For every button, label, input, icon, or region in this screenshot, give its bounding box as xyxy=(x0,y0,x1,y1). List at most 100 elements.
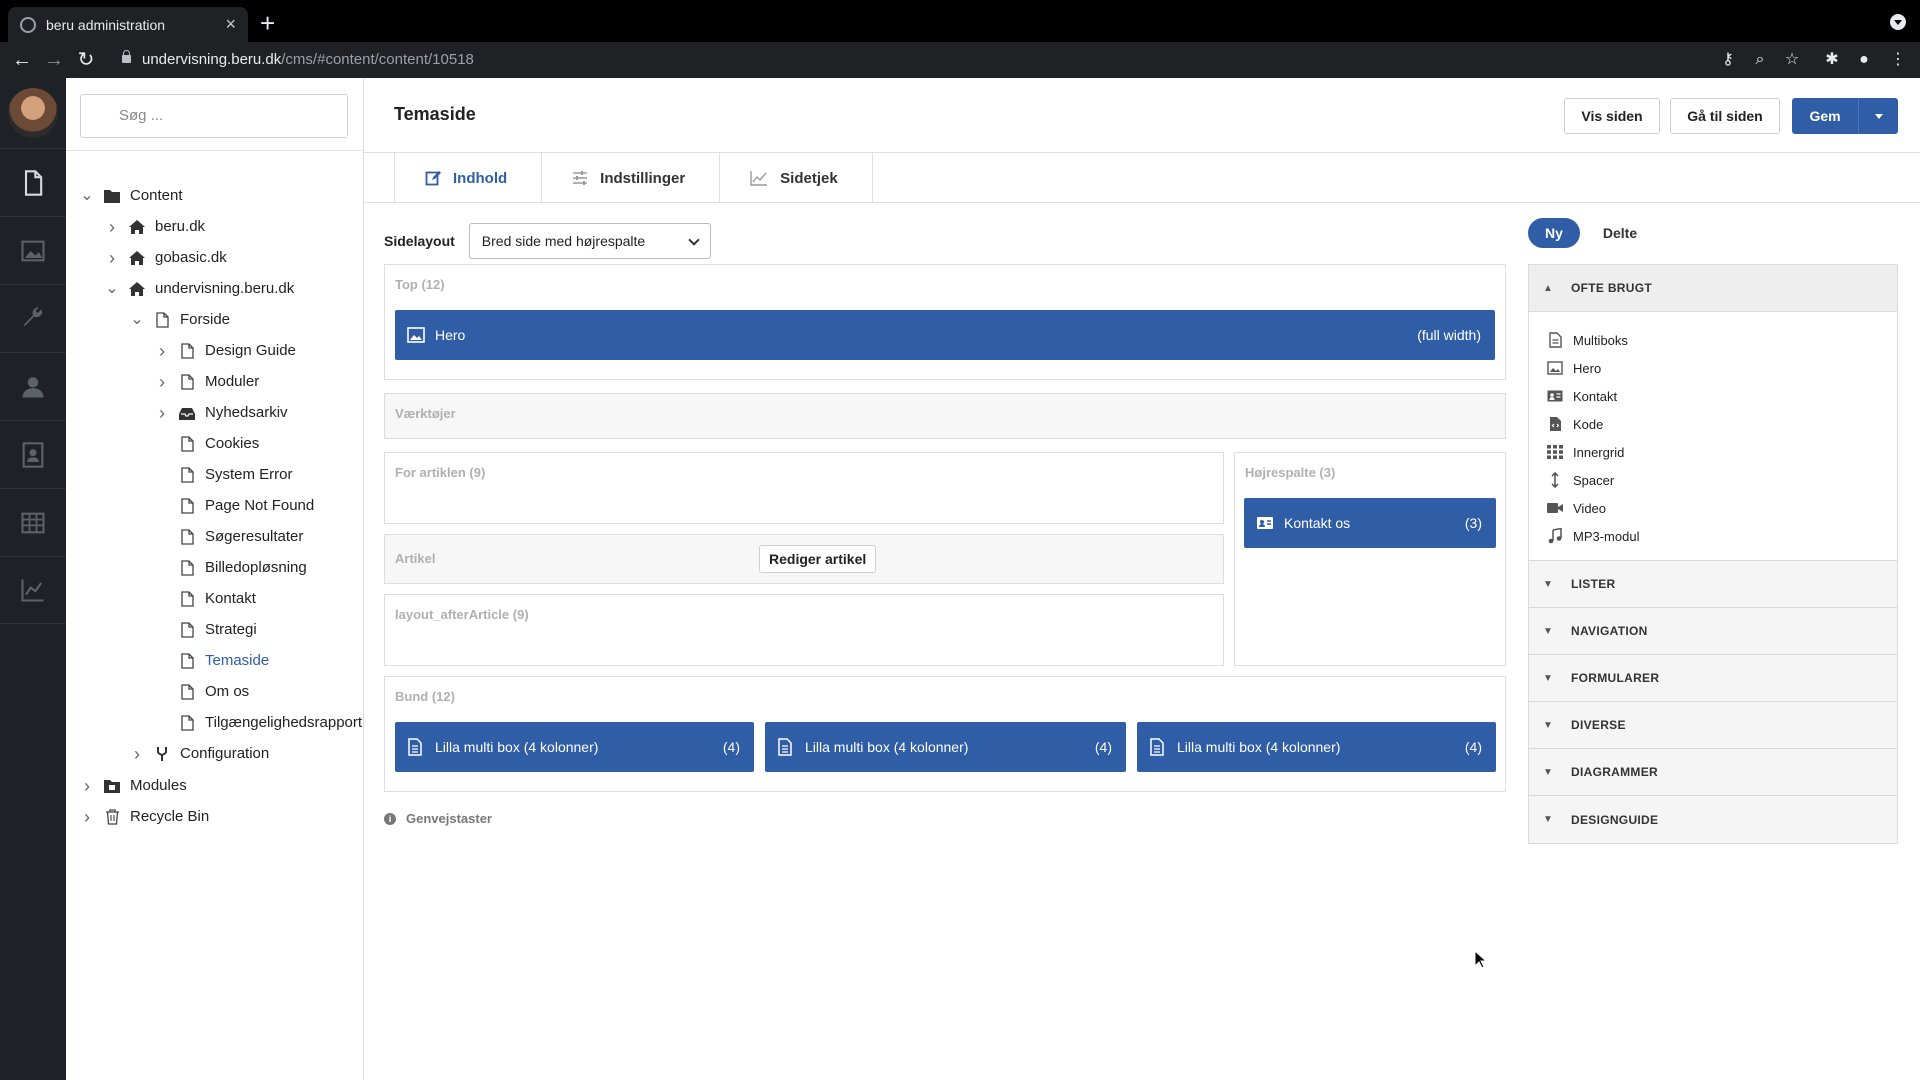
rail-media[interactable] xyxy=(0,216,66,284)
chevron-down-icon[interactable]: ⌄ xyxy=(130,312,144,328)
tab-indhold[interactable]: Indhold xyxy=(394,153,543,203)
module-mp3[interactable]: MP3-modul xyxy=(1529,522,1897,550)
forward-icon[interactable]: → xyxy=(42,48,66,72)
tree-item-forside[interactable]: ⌄ Forside xyxy=(130,308,230,332)
section-ofte-brugt[interactable]: ▲ OFTE BRUGT xyxy=(1529,265,1897,312)
contact-block[interactable]: Kontakt os (3) xyxy=(1244,498,1496,548)
key-icon[interactable]: ⚷ xyxy=(1718,50,1738,70)
profile-icon[interactable]: ● xyxy=(1854,50,1874,70)
tab-indstillinger[interactable]: Indstillinger xyxy=(542,153,721,203)
goto-page-button[interactable]: Gå til siden xyxy=(1670,98,1780,134)
module-hero[interactable]: Hero xyxy=(1529,354,1897,382)
browser-tab[interactable]: beru administration × xyxy=(8,7,248,42)
search-input[interactable]: Søg ... xyxy=(80,94,348,138)
multibox-block[interactable]: Lilla multi box (4 kolonner) (4) xyxy=(395,722,754,772)
module-spacer[interactable]: Spacer xyxy=(1529,466,1897,494)
image-icon xyxy=(407,326,425,344)
page-icon xyxy=(179,591,195,607)
address-bar[interactable]: undervisning.beru.dk/cms/#content/conten… xyxy=(118,46,1918,74)
tree-item-modules[interactable]: › Modules xyxy=(80,774,187,798)
tree-item-om-os[interactable]: Om os xyxy=(155,680,249,704)
tree-item-content[interactable]: ⌄ Content xyxy=(80,184,182,208)
section-formularer[interactable]: ▼ FORMULARER xyxy=(1529,655,1897,702)
chevron-right-icon[interactable]: › xyxy=(130,742,144,766)
rail-content[interactable] xyxy=(0,148,66,216)
sliders-icon xyxy=(573,171,588,185)
rail-analytics[interactable] xyxy=(0,556,66,624)
tree-item-gobasic-dk[interactable]: › gobasic.dk xyxy=(105,246,227,270)
close-tab-icon[interactable]: × xyxy=(225,14,236,35)
section-lister[interactable]: ▼ LISTER xyxy=(1529,561,1897,608)
multibox-block[interactable]: Lilla multi box (4 kolonner) (4) xyxy=(765,722,1126,772)
rail-tables[interactable] xyxy=(0,488,66,556)
edit-icon xyxy=(425,171,441,186)
toggle-shared[interactable]: Delte xyxy=(1588,218,1652,248)
tree-item-cookies[interactable]: Cookies xyxy=(155,432,259,456)
chevron-right-icon[interactable]: › xyxy=(155,370,169,394)
new-tab-button[interactable]: + xyxy=(260,8,275,38)
chevron-right-icon[interactable]: › xyxy=(155,339,169,363)
avatar[interactable] xyxy=(8,88,58,138)
star-icon[interactable]: ☆ xyxy=(1782,50,1802,70)
module-innergrid[interactable]: Innergrid xyxy=(1529,438,1897,466)
chevron-right-icon[interactable]: › xyxy=(80,805,94,829)
module-multiboks[interactable]: Multiboks xyxy=(1529,326,1897,354)
tree-item-tilgængelighedsrapport[interactable]: Tilgængelighedsrapport xyxy=(155,711,362,735)
tab-sidetjek[interactable]: Sidetjek xyxy=(720,153,873,203)
tree-item-label: Om os xyxy=(205,683,250,700)
block-name: Lilla multi box (4 kolonner) xyxy=(435,739,599,755)
zoom-icon[interactable]: ⌕ xyxy=(1750,50,1770,70)
menu-icon[interactable]: ⋮ xyxy=(1888,50,1908,70)
save-dropdown-toggle[interactable] xyxy=(1858,98,1898,134)
chevron-right-icon[interactable]: › xyxy=(105,215,119,239)
chevron-right-icon[interactable]: › xyxy=(105,246,119,270)
tree-item-undervisning-beru-dk[interactable]: ⌄ undervisning.beru.dk xyxy=(105,277,294,301)
shortcuts-hint[interactable]: i Genvejstaster xyxy=(384,811,492,826)
save-button[interactable]: Gem xyxy=(1792,98,1858,134)
view-page-button[interactable]: Vis siden xyxy=(1564,98,1660,134)
tree-item-nyhedsarkiv[interactable]: › Nyhedsarkiv xyxy=(155,401,288,425)
tree-item-temaside[interactable]: Temaside xyxy=(155,649,269,673)
chevron-down-icon[interactable]: ⌄ xyxy=(105,281,119,297)
rail-users[interactable] xyxy=(0,352,66,420)
tree-item-moduler[interactable]: › Moduler xyxy=(155,370,259,394)
page-icon xyxy=(154,312,170,328)
contact-card-icon xyxy=(1547,388,1563,404)
tree-item-strategi[interactable]: Strategi xyxy=(155,618,257,642)
tree-item-system-error[interactable]: System Error xyxy=(155,463,293,487)
tree-item-billedopløsning[interactable]: Billedopløsning xyxy=(155,556,307,580)
tree-item-page-not-found[interactable]: Page Not Found xyxy=(155,494,314,518)
rail-contacts[interactable] xyxy=(0,420,66,488)
section-diagrammer[interactable]: ▼ DIAGRAMMER xyxy=(1529,749,1897,796)
layout-select[interactable]: Bred side med højrespalte xyxy=(468,223,711,259)
chevron-down-icon[interactable]: ⌄ xyxy=(80,188,94,204)
chevron-right-icon[interactable]: › xyxy=(80,774,94,798)
page-title: Temaside xyxy=(394,104,476,124)
rail-tools[interactable] xyxy=(0,284,66,352)
chevron-down-icon: ▼ xyxy=(1543,625,1554,637)
tree-item-design-guide[interactable]: › Design Guide xyxy=(155,339,296,363)
module-kontakt[interactable]: Kontakt xyxy=(1529,382,1897,410)
section-designguide[interactable]: ▼ DESIGNGUIDE xyxy=(1529,796,1897,843)
tree-item-label: Søgeresultater xyxy=(205,528,304,545)
section-navigation[interactable]: ▼ NAVIGATION xyxy=(1529,608,1897,655)
layout-label: Sidelayout xyxy=(384,233,455,249)
hero-block[interactable]: Hero (full width) xyxy=(395,310,1495,360)
back-icon[interactable]: ← xyxy=(10,48,34,72)
reload-icon[interactable]: ↻ xyxy=(74,48,98,72)
tree-item-søgeresultater[interactable]: Søgeresultater xyxy=(155,525,303,549)
module-kode[interactable]: Kode xyxy=(1529,410,1897,438)
tree-item-kontakt[interactable]: Kontakt xyxy=(155,587,256,611)
module-label: Spacer xyxy=(1573,472,1615,488)
section-diverse[interactable]: ▼ DIVERSE xyxy=(1529,702,1897,749)
module-video[interactable]: Video xyxy=(1529,494,1897,522)
edit-article-button[interactable]: Rediger artikel xyxy=(759,545,877,573)
tab-search-icon[interactable] xyxy=(1890,14,1906,30)
multibox-block[interactable]: Lilla multi box (4 kolonner) (4) xyxy=(1137,722,1496,772)
extensions-icon[interactable]: ✱ xyxy=(1822,50,1842,70)
chevron-right-icon[interactable]: › xyxy=(155,401,169,425)
tree-item-configuration[interactable]: › Configuration xyxy=(130,742,269,766)
toggle-new[interactable]: Ny xyxy=(1528,218,1580,248)
tree-item-recycle-bin[interactable]: › Recycle Bin xyxy=(80,805,209,829)
tree-item-beru-dk[interactable]: › beru.dk xyxy=(105,215,205,239)
